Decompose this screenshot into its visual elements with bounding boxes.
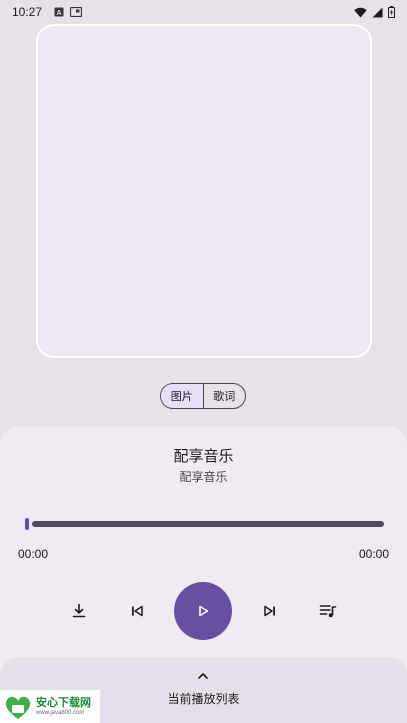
status-bar: 10:27 A xyxy=(0,0,407,24)
battery-icon xyxy=(388,6,395,18)
svg-text:A: A xyxy=(57,10,62,17)
status-time: 10:27 xyxy=(12,5,43,19)
progress-thumb[interactable] xyxy=(25,518,29,530)
watermark-logo-icon xyxy=(5,696,31,719)
download-button[interactable] xyxy=(67,599,91,623)
watermark-brand: 安心下载网 xyxy=(36,696,91,709)
song-title: 配享音乐 xyxy=(173,447,234,465)
toggle-image-button[interactable]: 图片 xyxy=(161,384,203,408)
current-time: 00:00 xyxy=(18,547,49,561)
signal-icon xyxy=(372,7,383,17)
next-button[interactable] xyxy=(258,599,282,623)
watermark: 安心下载网 www.java800.com xyxy=(0,690,100,723)
previous-button[interactable] xyxy=(125,599,149,623)
media-notification-icon xyxy=(70,7,83,17)
status-right-icons xyxy=(354,6,395,18)
total-time: 00:00 xyxy=(358,547,389,561)
watermark-url: www.java800.com xyxy=(36,710,85,716)
progress-track xyxy=(32,521,384,527)
progress-slider[interactable] xyxy=(24,516,386,532)
play-icon xyxy=(199,605,209,617)
a-notification-icon: A xyxy=(54,7,64,17)
wifi-icon xyxy=(354,7,367,17)
song-artist: 配享音乐 xyxy=(179,470,228,484)
play-button[interactable] xyxy=(174,582,232,640)
download-icon xyxy=(72,603,86,618)
status-left-icons: A xyxy=(54,7,83,17)
album-art xyxy=(36,24,372,358)
view-toggle: 图片 歌词 xyxy=(160,383,246,409)
playlist-button[interactable] xyxy=(316,599,340,623)
previous-icon xyxy=(132,605,143,617)
watermark-text: 安心下载网 www.java800.com xyxy=(36,697,91,716)
chevron-up-icon[interactable] xyxy=(196,671,210,681)
toggle-lyrics-button[interactable]: 歌词 xyxy=(204,384,246,408)
next-icon xyxy=(264,605,275,617)
playlist-icon xyxy=(319,605,337,618)
